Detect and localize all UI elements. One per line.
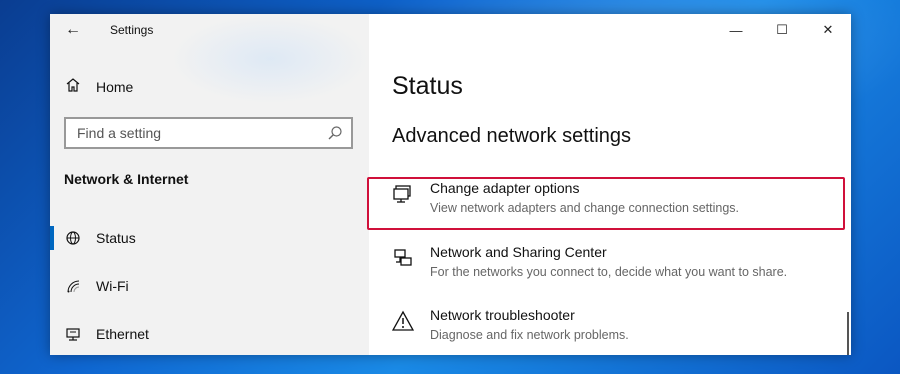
network-sharing-center-link[interactable]: Network and Sharing Center For the netwo… [369, 243, 851, 295]
sidebar-item-label: Wi-Fi [96, 278, 129, 294]
maximize-button[interactable]: ☐ [759, 14, 805, 46]
minimize-icon: — [729, 22, 743, 38]
sidebar-item-ethernet[interactable]: Ethernet [50, 316, 369, 352]
search-box[interactable] [64, 117, 353, 149]
network-adapter-icon [392, 183, 416, 207]
sidebar-item-label: Ethernet [96, 326, 149, 342]
content-pane: — ☐ ✕ Status Advanced network settings C… [367, 14, 851, 355]
sidebar-item-status[interactable]: Status [50, 220, 369, 256]
link-description: For the networks you connect to, decide … [430, 265, 788, 279]
close-icon: ✕ [822, 22, 834, 37]
globe-icon [64, 229, 82, 247]
app-title: Settings [110, 23, 154, 37]
wifi-icon [64, 277, 82, 295]
home-label: Home [96, 79, 134, 95]
network-troubleshooter-link[interactable]: Network troubleshooter Diagnose and fix … [369, 306, 851, 355]
change-adapter-options-link[interactable]: Change adapter options View network adap… [367, 177, 851, 231]
search-icon[interactable] [327, 125, 343, 141]
titlebar-left: ← Settings [50, 14, 369, 46]
settings-window: ← Settings Home Network & Internet Statu… [50, 14, 851, 355]
search-input[interactable] [77, 125, 327, 141]
section-subheading: Advanced network settings [392, 125, 632, 147]
back-arrow-icon: ← [65, 21, 81, 38]
section-heading: Network & Internet [64, 171, 189, 187]
sidebar-item-label: Status [96, 230, 136, 246]
vertical-scrollbar[interactable] [847, 312, 849, 355]
link-description: Diagnose and fix network problems. [430, 328, 629, 342]
ethernet-icon [64, 325, 82, 343]
close-button[interactable]: ✕ [805, 14, 851, 46]
link-title: Change adapter options [430, 180, 580, 196]
link-title: Network troubleshooter [430, 307, 575, 323]
sidebar-item-wifi[interactable]: Wi-Fi [50, 268, 369, 304]
warning-icon [391, 310, 416, 334]
home-nav-item[interactable]: Home [50, 72, 369, 102]
maximize-icon: ☐ [776, 22, 788, 37]
page-title: Status [392, 72, 463, 100]
link-description: View network adapters and change connect… [430, 201, 739, 215]
home-icon [64, 77, 82, 97]
back-button[interactable]: ← [50, 14, 96, 46]
minimize-button[interactable]: — [713, 14, 759, 46]
sharing-center-icon [392, 247, 416, 271]
sidebar: ← Settings Home Network & Internet Statu… [50, 14, 370, 355]
window-controls: — ☐ ✕ [713, 14, 851, 46]
link-title: Network and Sharing Center [430, 244, 607, 260]
